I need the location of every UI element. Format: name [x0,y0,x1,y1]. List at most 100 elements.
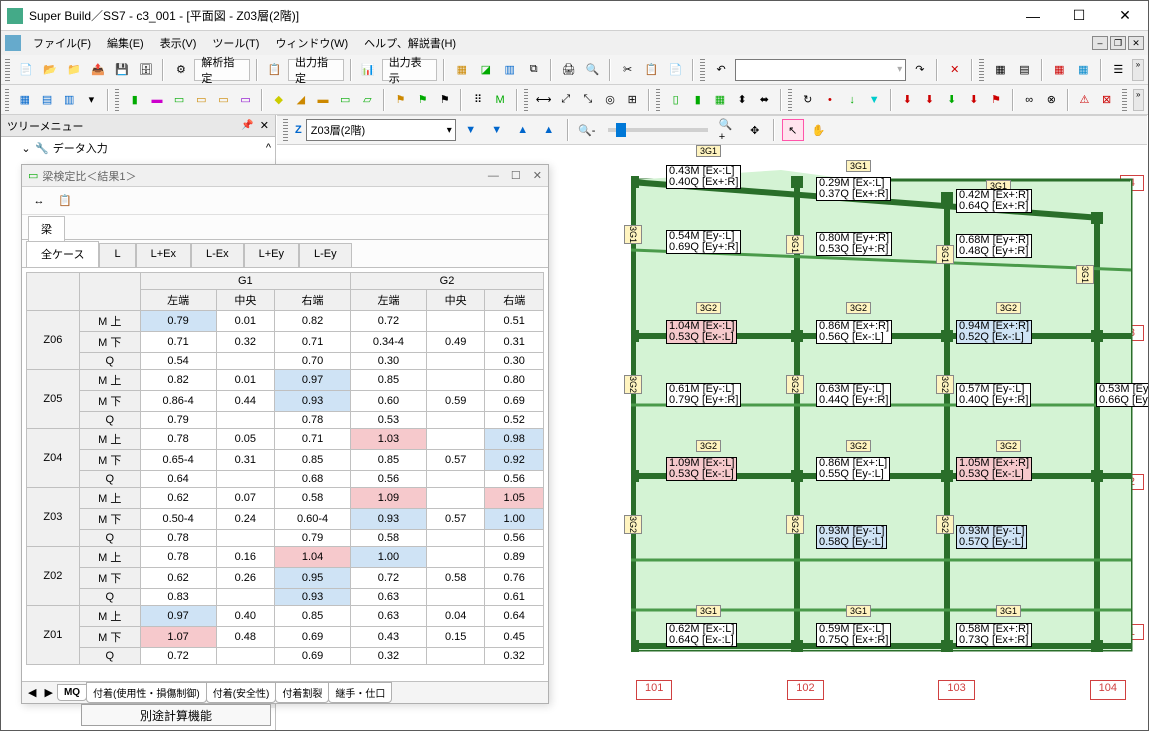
cell[interactable]: 0.16 [216,547,275,568]
cell[interactable]: 1.07 [140,627,216,648]
cell[interactable]: 0.60 [351,391,427,412]
cell[interactable]: 0.79 [275,530,351,547]
cell[interactable]: 0.89 [485,547,544,568]
cell[interactable] [426,648,485,665]
more-view-icon[interactable]: ☰ [1108,59,1129,81]
layer-up2-icon[interactable]: ▼ [486,119,508,141]
cell[interactable]: 0.63 [351,589,427,606]
cell[interactable]: 0.56 [485,471,544,488]
cell[interactable]: 1.00 [485,509,544,530]
cell[interactable]: 0.68 [275,471,351,488]
bt-4[interactable]: 継手・仕口 [328,682,392,703]
analysis-button[interactable]: 解析指定 [194,59,250,81]
mem6-icon[interactable]: ▭ [236,89,255,111]
results-tool1-icon[interactable]: ↔ [28,190,50,212]
cell[interactable] [216,412,275,429]
cell[interactable]: 0.69 [275,627,351,648]
output-set-icon[interactable]: 📋 [264,59,285,81]
cell[interactable]: 0.32 [216,332,275,353]
r3-icon[interactable]: ↓ [842,89,861,111]
tree-close-icon[interactable]: ✕ [260,119,269,132]
minimize-button[interactable]: — [1010,1,1056,31]
mdi-minimize[interactable]: – [1092,36,1108,50]
subtab-all[interactable]: 全ケース [26,241,99,267]
flag3-icon[interactable]: ⚑ [435,89,454,111]
dim2-icon[interactable]: ⤢ [556,89,575,111]
dim1-icon[interactable]: ⟷ [534,89,553,111]
cell[interactable]: 1.00 [351,547,427,568]
cut-icon[interactable]: ✂ [617,59,638,81]
cell[interactable]: 0.92 [485,450,544,471]
mem-wall-icon[interactable]: ▭ [170,89,189,111]
cell[interactable] [216,471,275,488]
tab-beam[interactable]: 梁 [28,216,65,241]
cell[interactable]: 0.79 [140,412,216,429]
toolbar2-overflow[interactable]: » [1133,89,1144,111]
layer-combo[interactable]: Z03層(2階) [306,119,456,141]
el3-icon[interactable]: ▥ [60,89,79,111]
subtab-l-ex[interactable]: L-Ex [191,243,244,267]
cell[interactable]: 0.34-4 [351,332,427,353]
output-show-icon[interactable]: 📊 [358,59,379,81]
cell[interactable]: 0.07 [216,488,275,509]
cell[interactable]: 0.56 [351,471,427,488]
cell[interactable]: 0.79 [140,311,216,332]
dim3-icon[interactable]: ⤡ [578,89,597,111]
m-icon[interactable]: M [491,89,510,111]
cell[interactable]: 0.31 [216,450,275,471]
redo-icon[interactable]: ↷ [909,59,930,81]
copy-icon[interactable]: 📋 [641,59,662,81]
cell[interactable]: 0.65-4 [140,450,216,471]
zoom-in-icon[interactable]: 🔍+ [718,119,740,141]
cell[interactable]: 0.72 [140,648,216,665]
cell[interactable]: 0.82 [275,311,351,332]
toolbar-grip[interactable] [5,59,10,81]
cell[interactable]: 0.98 [485,429,544,450]
cell[interactable]: 0.76 [485,568,544,589]
cell[interactable]: 0.93 [351,509,427,530]
cell[interactable] [216,648,275,665]
cell[interactable]: 0.69 [275,648,351,665]
ld3-icon[interactable]: ▦ [710,89,729,111]
cell[interactable]: 0.43 [351,627,427,648]
arr5-icon[interactable]: ⚑ [986,89,1005,111]
mdi-close[interactable]: ✕ [1128,36,1144,50]
cell[interactable]: 0.72 [351,311,427,332]
pan-icon[interactable]: ✥ [744,119,766,141]
cell[interactable]: 0.85 [275,450,351,471]
el1-icon[interactable]: ▦ [15,89,34,111]
layer-down-icon[interactable]: ▼ [460,119,482,141]
bt-mq[interactable]: MQ [57,684,87,701]
mem-beam-icon[interactable]: ▬ [147,89,166,111]
cell[interactable]: 0.97 [275,370,351,391]
zoom-out-icon[interactable]: 🔍- [576,119,598,141]
cell[interactable]: 0.72 [351,568,427,589]
view1-icon[interactable]: ▦ [990,59,1011,81]
tb-misc3-icon[interactable]: ▥ [499,59,520,81]
plan-area[interactable]: 101 102 103 104 101 102 103 104 4 3 2 1 [576,115,1146,700]
subtab-ley[interactable]: L+Ey [244,243,299,267]
collapse-icon[interactable]: ⌄ [21,142,31,155]
undo-icon[interactable]: ↶ [711,59,732,81]
cell[interactable] [426,370,485,391]
r1-icon[interactable]: ↻ [798,89,817,111]
cell[interactable]: 0.71 [275,429,351,450]
cell[interactable]: 0.95 [275,568,351,589]
menu-file[interactable]: ファイル(F) [25,31,99,55]
save-icon[interactable]: 💾 [112,59,133,81]
cell[interactable]: 0.60-4 [275,509,351,530]
paste-icon[interactable]: 📄 [665,59,686,81]
shape3-icon[interactable]: ▬ [313,89,332,111]
bt-3[interactable]: 付着割裂 [275,682,329,703]
cell[interactable]: 0.93 [275,391,351,412]
cell[interactable]: 0.64 [485,606,544,627]
subtab-l-ey[interactable]: L-Ey [299,243,352,267]
cell[interactable]: 0.32 [485,648,544,665]
shape1-icon[interactable]: ◆ [269,89,288,111]
cell[interactable]: 0.71 [140,332,216,353]
flag2-icon[interactable]: ⚑ [413,89,432,111]
tb-misc1-icon[interactable]: ▦ [451,59,472,81]
cell[interactable]: 0.93 [275,589,351,606]
cell[interactable] [426,589,485,606]
mem5-icon[interactable]: ▭ [214,89,233,111]
